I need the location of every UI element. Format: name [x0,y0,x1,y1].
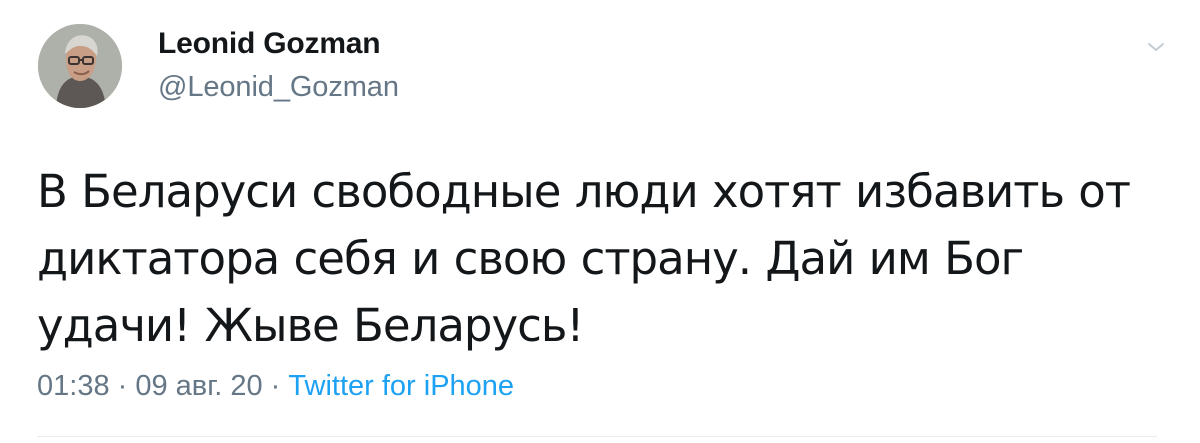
meta-separator: · [262,370,289,402]
user-handle[interactable]: @Leonid_Gozman [158,70,399,105]
avatar[interactable] [38,24,122,108]
tweet-time[interactable]: 01:38 [37,370,110,402]
tweet-meta: 01:38 · 09 авг. 20 · Twitter for iPhone [37,366,514,406]
tweet-source-link[interactable]: Twitter for iPhone [288,370,514,402]
profile-photo-icon [38,24,122,108]
tweet-date[interactable]: 09 авг. 20 [135,370,262,402]
tweet-text: В Беларуси свободные люди хотят избавить… [37,165,1131,352]
chevron-down-icon [1148,43,1164,51]
tweet-card: Leonid Gozman @Leonid_Gozman В Беларуси … [0,0,1200,443]
meta-separator: · [109,370,136,402]
tweet-menu-button[interactable] [1143,38,1169,56]
tweet-author: Leonid Gozman @Leonid_Gozman [158,26,399,105]
display-name[interactable]: Leonid Gozman [158,26,399,62]
divider [37,436,1157,437]
